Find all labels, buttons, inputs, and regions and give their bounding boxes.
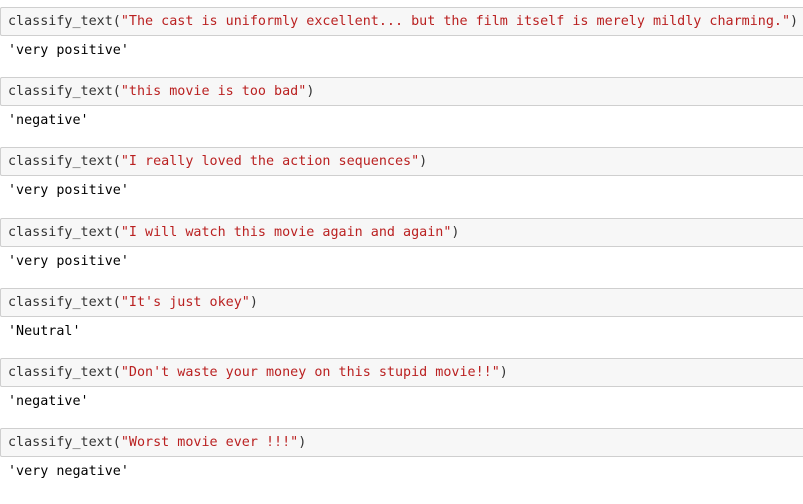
string-argument: "I will watch this movie again and again…: [120, 224, 452, 240]
string-argument: "this movie is too bad": [120, 84, 307, 100]
notebook-cell: classify_text("I will watch this movie a…: [0, 217, 803, 288]
code-input[interactable]: classify_text("Worst movie ever !!!"): [0, 428, 803, 458]
string-argument: "I really loved the action sequences": [120, 154, 420, 170]
notebook-cell: classify_text("Don't waste your money on…: [0, 357, 803, 428]
closing-paren: ): [249, 294, 258, 310]
code-input[interactable]: classify_text("I really loved the action…: [0, 147, 803, 177]
string-argument: "Don't waste your money on this stupid m…: [120, 364, 500, 380]
cell-output: 'very positive': [8, 253, 129, 269]
notebook-cell: classify_text("this movie is too bad") '…: [0, 77, 803, 147]
cell-output: 'very positive': [8, 183, 129, 199]
string-argument: "Worst movie ever !!!": [120, 435, 299, 451]
code-input[interactable]: classify_text("It's just okey"): [0, 287, 803, 317]
closing-paren: ): [451, 224, 460, 240]
string-argument: "The cast is uniformly excellent... but …: [120, 14, 791, 29]
notebook-cell: classify_text("It's just okey") 'Neutral…: [0, 287, 803, 358]
code-input[interactable]: classify_text("this movie is too bad"): [0, 77, 803, 107]
cell-output: 'very positive': [8, 43, 129, 58]
closing-paren: ): [419, 154, 428, 170]
cell-output: 'Neutral': [8, 323, 81, 339]
notebook-cell: classify_text("Worst movie ever !!!") 'v…: [0, 428, 803, 498]
cell-output: 'very negative': [8, 464, 129, 480]
closing-paren: ): [306, 84, 315, 100]
closing-paren: ): [790, 14, 799, 29]
function-call: classify_text(: [8, 435, 121, 451]
notebook-cell: classify_text("I really loved the action…: [0, 147, 803, 217]
function-call: classify_text(: [8, 84, 121, 100]
string-argument: "It's just okey": [120, 294, 250, 310]
function-call: classify_text(: [8, 224, 121, 240]
notebook-cell: classify_text("The cast is uniformly exc…: [0, 7, 803, 77]
closing-paren: ): [499, 364, 508, 380]
code-input[interactable]: classify_text("The cast is uniformly exc…: [0, 7, 803, 36]
function-call: classify_text(: [8, 294, 121, 310]
cell-output: 'negative': [8, 113, 89, 129]
notebook-cells: classify_text("The cast is uniformly exc…: [0, 7, 803, 498]
cell-output: 'negative': [8, 393, 89, 409]
closing-paren: ): [298, 435, 307, 451]
code-input[interactable]: classify_text("I will watch this movie a…: [0, 217, 803, 247]
function-call: classify_text(: [8, 364, 121, 380]
function-call: classify_text(: [8, 154, 121, 170]
function-call: classify_text(: [8, 14, 121, 29]
code-input[interactable]: classify_text("Don't waste your money on…: [0, 357, 803, 387]
